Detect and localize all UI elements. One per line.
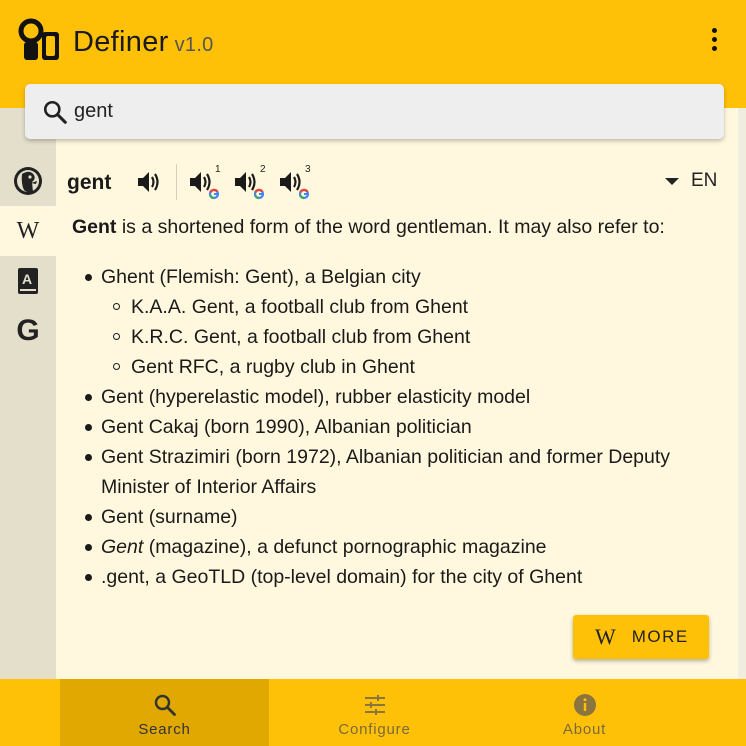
- sub-meaning-list: K.A.A. Gent, a football club from Ghent …: [111, 292, 712, 382]
- language-dropdown[interactable]: EN: [663, 170, 727, 194]
- info-icon: [573, 694, 596, 716]
- divider: [176, 164, 177, 200]
- sidebar-item-dictionary[interactable]: A: [0, 256, 56, 306]
- list-item: Gent RFC, a rugby club in Ghent: [111, 352, 712, 382]
- source-sidebar: W A G: [0, 108, 56, 679]
- nav-label: Configure: [338, 721, 411, 738]
- word-title: gent: [67, 171, 112, 194]
- word-header: gent 1 2 3 EN: [67, 164, 727, 200]
- language-label: EN: [691, 170, 718, 191]
- app-title: Definer v1.0: [73, 26, 214, 59]
- list-item: Gent (surname): [82, 502, 712, 532]
- meaning-list: Ghent (Flemish: Gent), a Belgian city K.…: [82, 262, 712, 592]
- list-item: .gent, a GeoTLD (top-level domain) for t…: [82, 562, 712, 592]
- more-button-label: MORE: [631, 627, 689, 646]
- app-version: v1.0: [174, 34, 214, 56]
- overflow-menu-button[interactable]: [700, 24, 728, 54]
- intro-term: Gent: [72, 216, 117, 238]
- google-speaker-button-1[interactable]: 1: [188, 164, 224, 200]
- list-item: Gent (magazine), a defunct pornographic …: [82, 532, 712, 562]
- app-logo-icon: [18, 18, 59, 60]
- bottom-navigation: Search Configure About: [0, 679, 746, 746]
- nav-label: About: [562, 721, 607, 738]
- search-icon: [43, 100, 67, 124]
- list-item: Gent Strazimiri (born 1972), Albanian po…: [82, 442, 712, 502]
- list-item: Ghent (Flemish: Gent), a Belgian city K.…: [82, 262, 712, 382]
- app-name: Definer: [73, 26, 169, 58]
- list-item: K.R.C. Gent, a football club from Ghent: [111, 322, 712, 352]
- pronunciation-badge: 3: [305, 164, 311, 175]
- wikipedia-icon: W: [595, 624, 616, 649]
- intro-text: is a shortened form of the word gentlema…: [116, 216, 665, 238]
- list-item: Gent Cakaj (born 1990), Albanian politic…: [82, 412, 712, 442]
- duck-icon: [14, 167, 42, 195]
- search-icon: [154, 694, 176, 716]
- search-input[interactable]: [74, 100, 674, 123]
- sidebar-item-duckduckgo[interactable]: [0, 156, 56, 206]
- definition-text: Gent is a shortened form of the word gen…: [72, 212, 712, 592]
- nav-about[interactable]: About: [480, 679, 689, 746]
- sidebar-item-google[interactable]: G: [0, 306, 56, 356]
- sidebar-item-wikipedia[interactable]: W: [0, 206, 56, 256]
- more-vert-icon: [711, 27, 717, 33]
- google-icon: G: [16, 314, 40, 347]
- list-item: Gent (hyperelastic model), rubber elasti…: [82, 382, 712, 412]
- google-speaker-button-3[interactable]: 3: [278, 164, 314, 200]
- scrollbar[interactable]: [738, 108, 746, 679]
- wikipedia-icon: W: [16, 217, 40, 244]
- dropdown-arrow-icon: [665, 178, 679, 185]
- speaker-icon[interactable]: [134, 168, 164, 196]
- sliders-icon: [364, 695, 385, 715]
- definition-intro: Gent is a shortened form of the word gen…: [72, 212, 712, 242]
- dictionary-icon: A: [18, 268, 38, 294]
- search-bar: [25, 84, 724, 139]
- pronunciation-badge: 1: [215, 164, 221, 175]
- google-speaker-button-2[interactable]: 2: [233, 164, 269, 200]
- nav-configure[interactable]: Configure: [270, 679, 479, 746]
- nav-label: Search: [138, 721, 191, 738]
- list-item: K.A.A. Gent, a football club from Ghent: [111, 292, 712, 322]
- more-button[interactable]: W MORE: [573, 615, 709, 659]
- pronunciation-badge: 2: [260, 164, 266, 175]
- nav-search[interactable]: Search: [60, 679, 269, 746]
